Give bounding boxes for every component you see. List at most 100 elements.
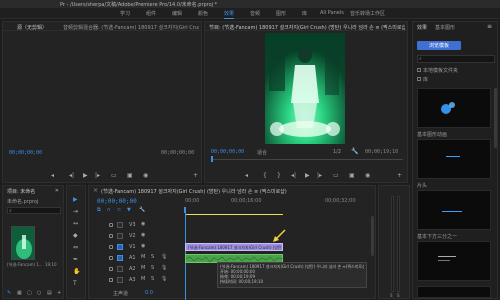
panel-menu-icon[interactable]: ≡ bbox=[487, 23, 492, 30]
timeline-timecode[interactable]: 00;00;00;00 bbox=[97, 198, 137, 205]
new-item-icon[interactable]: + bbox=[57, 290, 61, 296]
source-marker-icon[interactable]: ◂ bbox=[51, 172, 54, 179]
browse-templates-button[interactable]: 浏览模板 bbox=[417, 41, 461, 50]
timeline-tab[interactable]: (节选-Fancam) 180917 설크자지(Girl Crush) (방탄)… bbox=[101, 188, 371, 195]
audio-mixer-tab[interactable]: 音频剪辑混合器: (节选-Fancam) 180917 설크자지(Girl Cr… bbox=[63, 24, 199, 31]
program-step-forward-icon[interactable]: |▸ bbox=[317, 172, 322, 179]
program-play-icon[interactable]: ▶ bbox=[305, 172, 310, 179]
project-tab[interactable]: 项目: 未命名 bbox=[7, 188, 35, 195]
lock-icon[interactable] bbox=[109, 223, 113, 227]
project-clip-thumbnail[interactable] bbox=[11, 226, 35, 260]
slip-tool-icon[interactable]: ⇔ bbox=[73, 244, 78, 251]
type-tool-icon[interactable]: T bbox=[73, 280, 77, 287]
toggle-output-eye-icon[interactable]: ◉ bbox=[141, 221, 145, 227]
workspace-custom[interactable]: 音乐转场工作区 bbox=[350, 10, 385, 17]
program-marker-icon[interactable]: ◂ bbox=[245, 172, 248, 179]
local-templates-checkbox[interactable] bbox=[417, 68, 421, 72]
program-mark-out-icon[interactable]: } bbox=[277, 172, 281, 179]
project-clip-name[interactable]: (节选-Fancam) 1... bbox=[7, 262, 45, 268]
timeline-settings-icon[interactable]: 🔧 bbox=[139, 207, 145, 213]
icon-view-icon[interactable]: ▦ bbox=[17, 290, 22, 296]
track-header-v1[interactable]: V1 ◉ bbox=[89, 242, 183, 252]
source-step-back-icon[interactable]: ◂| bbox=[69, 172, 74, 179]
new-bin-icon[interactable]: ▤ bbox=[47, 290, 52, 296]
program-add-button-icon[interactable]: + bbox=[397, 172, 402, 179]
source-play-icon[interactable]: ▶ bbox=[83, 172, 88, 179]
track-header-v3[interactable]: V3 ◉ bbox=[89, 220, 183, 230]
zoom-slider-icon[interactable]: ○ bbox=[37, 290, 41, 296]
template-thumb-3[interactable] bbox=[417, 190, 491, 230]
effects-scrollbar[interactable] bbox=[494, 88, 497, 148]
source-patch-a2[interactable] bbox=[117, 266, 123, 272]
project-search-input[interactable]: ⌕ bbox=[7, 207, 61, 214]
source-patch-a3[interactable] bbox=[117, 277, 123, 283]
source-timecode-current[interactable]: 00;00;00;00 bbox=[9, 150, 42, 156]
mute-track-button[interactable]: M bbox=[141, 276, 145, 282]
template-thumb-5[interactable] bbox=[417, 286, 491, 298]
insert-sequence-icon[interactable]: ⧉ bbox=[97, 207, 101, 213]
program-export-frame-icon[interactable]: ◉ bbox=[365, 172, 370, 179]
add-marker-icon[interactable]: ▼ bbox=[127, 207, 131, 213]
track-header-a3[interactable]: A3 M S 🎙 bbox=[89, 275, 183, 285]
solo-track-button[interactable]: S bbox=[151, 254, 154, 260]
toggle-output-eye-icon[interactable]: ◉ bbox=[141, 232, 145, 238]
lock-icon[interactable] bbox=[109, 278, 113, 282]
mute-track-button[interactable]: M bbox=[141, 254, 145, 260]
libraries-checkbox[interactable] bbox=[417, 77, 421, 81]
program-lift-icon[interactable]: ▭ bbox=[333, 172, 339, 179]
workspace-libraries[interactable]: 库 bbox=[302, 10, 307, 17]
template-thumb-2[interactable] bbox=[417, 139, 491, 179]
track-header-a1[interactable]: A1 M S 🎙 bbox=[89, 253, 183, 263]
timeline-scrollbar[interactable] bbox=[371, 216, 374, 256]
work-area-bar[interactable] bbox=[185, 214, 283, 215]
program-timecode-current[interactable]: 00;00;00;00 bbox=[211, 149, 244, 155]
mute-track-button[interactable]: M bbox=[141, 265, 145, 271]
meter-solo-left[interactable]: S bbox=[390, 293, 393, 298]
solo-track-button[interactable]: S bbox=[151, 276, 154, 282]
workspace-editing[interactable]: 编辑 bbox=[172, 10, 182, 17]
workspace-learn[interactable]: 学习 bbox=[120, 10, 130, 17]
program-mark-in-icon[interactable]: { bbox=[263, 172, 267, 179]
effects-search-input[interactable]: ⌕ bbox=[417, 55, 495, 63]
program-scrub-bar[interactable] bbox=[211, 159, 403, 160]
solo-track-button[interactable]: S bbox=[151, 265, 154, 271]
program-tab[interactable]: 节目: (节选-Fancam) 180917 설크자지(Girl Crush) … bbox=[209, 24, 405, 31]
effects-tab[interactable]: 效果 bbox=[417, 24, 427, 31]
source-insert-icon[interactable]: ▭ bbox=[111, 172, 117, 179]
lock-icon[interactable] bbox=[109, 234, 113, 238]
source-patch-v3[interactable] bbox=[117, 222, 123, 228]
workspace-graphics[interactable]: 图形 bbox=[276, 10, 286, 17]
program-step-back-icon[interactable]: ◂| bbox=[291, 172, 296, 179]
program-extract-icon[interactable]: ▣ bbox=[349, 172, 355, 179]
track-header-v2[interactable]: V2 ◉ bbox=[89, 231, 183, 241]
voice-over-record-icon[interactable]: 🎙 bbox=[161, 276, 167, 282]
source-overwrite-icon[interactable]: ▣ bbox=[127, 172, 133, 179]
workspace-effects[interactable]: 效果 bbox=[224, 10, 235, 19]
master-track-value[interactable]: 0.0 bbox=[145, 290, 153, 296]
hand-tool-icon[interactable]: ✋ bbox=[73, 268, 80, 275]
ripple-edit-tool-icon[interactable]: ↔ bbox=[73, 220, 78, 227]
list-view-icon[interactable]: ✎ bbox=[7, 290, 11, 296]
template-thumb-1[interactable] bbox=[417, 88, 491, 128]
source-export-frame-icon[interactable]: ◉ bbox=[143, 172, 148, 179]
timeline-close-icon[interactable]: × bbox=[93, 187, 98, 194]
meter-solo-right[interactable]: S bbox=[397, 293, 400, 298]
wrench-icon[interactable]: 🔧 bbox=[351, 148, 358, 155]
toggle-output-eye-icon[interactable]: ◉ bbox=[141, 243, 145, 249]
voice-over-record-icon[interactable]: 🎙 bbox=[161, 254, 167, 260]
program-playhead[interactable] bbox=[211, 156, 213, 162]
selection-tool-icon[interactable]: ▶ bbox=[73, 196, 78, 203]
workspace-color[interactable]: 颜色 bbox=[198, 10, 208, 17]
linked-selection-icon[interactable]: ⊂ bbox=[117, 207, 121, 213]
lock-icon[interactable] bbox=[109, 245, 113, 249]
workspace-assembly[interactable]: 组件 bbox=[146, 10, 156, 17]
template-thumb-4[interactable] bbox=[417, 241, 491, 281]
razor-tool-icon[interactable]: ◆ bbox=[73, 232, 78, 239]
snap-icon[interactable]: ∩ bbox=[107, 207, 111, 213]
source-patch-a1[interactable] bbox=[117, 255, 123, 261]
pen-tool-icon[interactable]: ✒ bbox=[73, 256, 78, 263]
workspace-audio[interactable]: 音频 bbox=[250, 10, 260, 17]
voice-over-record-icon[interactable]: 🎙 bbox=[161, 265, 167, 271]
source-step-forward-icon[interactable]: |▸ bbox=[95, 172, 100, 179]
project-menu-icon[interactable]: » bbox=[55, 187, 59, 194]
